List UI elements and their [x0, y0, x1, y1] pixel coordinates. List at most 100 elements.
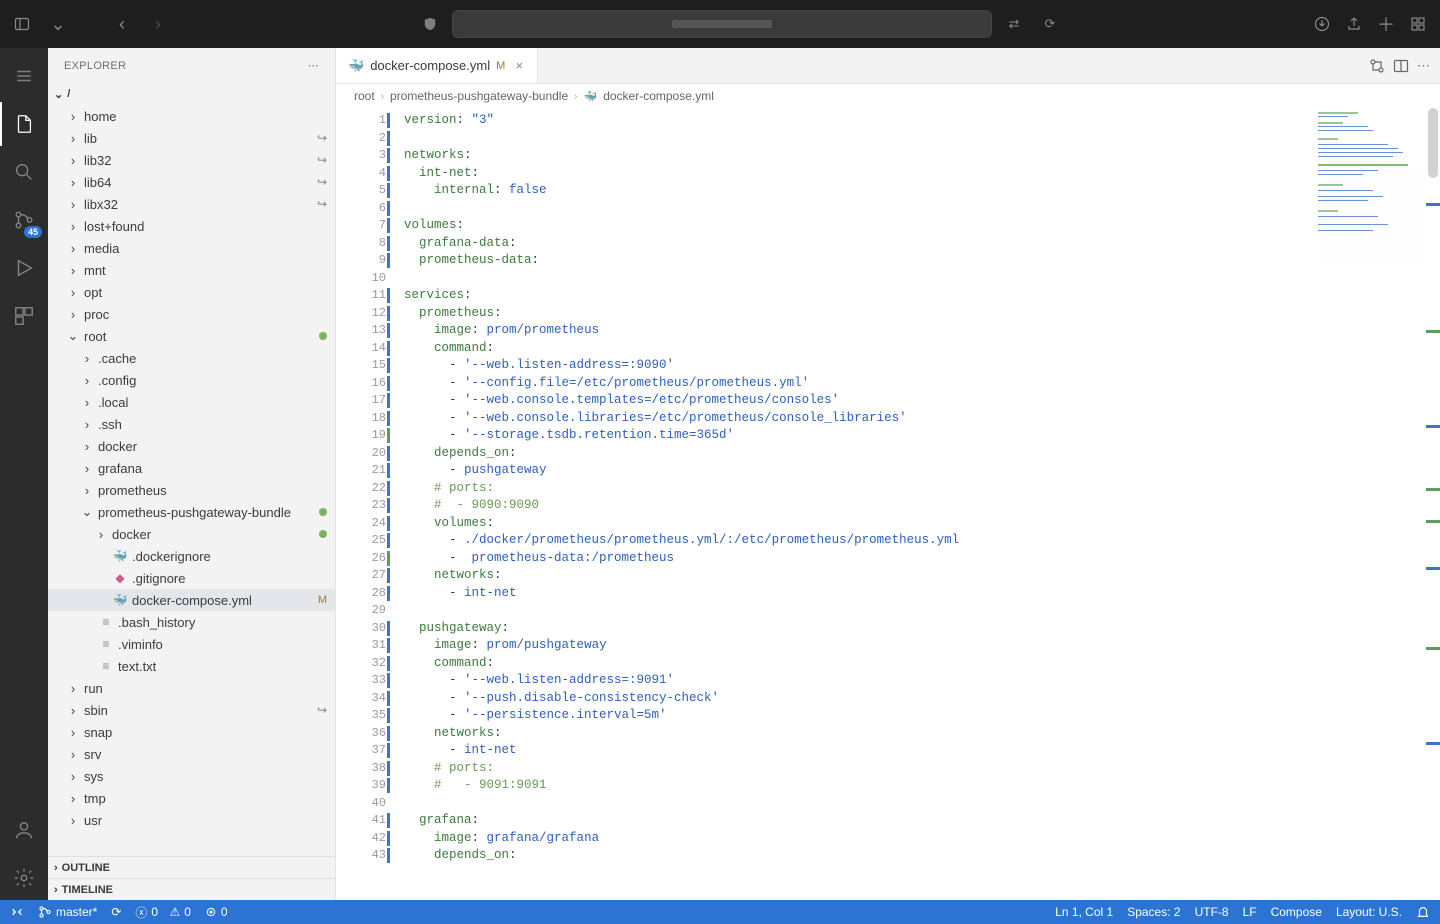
code-line[interactable]: grafana-data: [404, 235, 1440, 253]
code-line[interactable]: int-net: [404, 165, 1440, 183]
folder-item[interactable]: ›snap [48, 721, 335, 743]
code-line[interactable]: - '--storage.tsdb.retention.time=365d' [404, 427, 1440, 445]
crumb[interactable]: prometheus-pushgateway-bundle [390, 89, 568, 103]
code-line[interactable]: - int-net [404, 742, 1440, 760]
explorer-icon[interactable] [0, 102, 48, 146]
folder-item[interactable]: ›srv [48, 743, 335, 765]
scrollbar-vertical[interactable] [1426, 108, 1440, 900]
folder-item[interactable]: ›media [48, 237, 335, 259]
folder-item[interactable]: ›lost+found [48, 215, 335, 237]
scm-icon[interactable]: 45 [0, 198, 48, 242]
code-content[interactable]: version: "3"networks: int-net: internal:… [396, 108, 1440, 900]
file-item[interactable]: 🐳docker-compose.ymlM [48, 589, 335, 611]
code-line[interactable]: - pushgateway [404, 462, 1440, 480]
plus-icon[interactable]: ＋ [1372, 10, 1400, 38]
code-line[interactable] [404, 200, 1440, 218]
folder-item[interactable]: ›home [48, 105, 335, 127]
nav-back-icon[interactable]: ‹ [108, 10, 136, 38]
compare-changes-icon[interactable] [1369, 58, 1385, 74]
folder-item[interactable]: ›run [48, 677, 335, 699]
code-line[interactable]: prometheus-data: [404, 252, 1440, 270]
code-line[interactable]: image: prom/prometheus [404, 322, 1440, 340]
code-line[interactable]: command: [404, 340, 1440, 358]
code-line[interactable]: image: prom/pushgateway [404, 637, 1440, 655]
panel-left-icon[interactable] [8, 10, 36, 38]
run-debug-icon[interactable] [0, 246, 48, 290]
sync-icon[interactable]: ⟳ [111, 905, 121, 919]
code-line[interactable]: # ports: [404, 480, 1440, 498]
download-icon[interactable] [1308, 10, 1336, 38]
code-line[interactable]: - '--web.listen-address=:9090' [404, 357, 1440, 375]
git-branch[interactable]: master* [38, 905, 97, 919]
breadcrumbs[interactable]: root› prometheus-pushgateway-bundle› 🐳 d… [336, 84, 1440, 108]
status-encoding[interactable]: UTF-8 [1195, 905, 1229, 919]
code-line[interactable]: - '--web.listen-address=:9091' [404, 672, 1440, 690]
tab-docker-compose[interactable]: 🐳 docker-compose.yml M × [336, 48, 538, 83]
file-item[interactable]: 🐳.dockerignore [48, 545, 335, 567]
status-problems[interactable]: ⓧ0 ⚠0 [135, 904, 191, 921]
folder-item[interactable]: ›docker [48, 435, 335, 457]
code-line[interactable]: version: "3" [404, 112, 1440, 130]
folder-item[interactable]: ›libx32↪ [48, 193, 335, 215]
code-line[interactable]: prometheus: [404, 305, 1440, 323]
command-center-input[interactable] [452, 10, 992, 38]
folder-item[interactable]: ›sbin↪ [48, 699, 335, 721]
folder-item[interactable]: ⌄root [48, 325, 335, 347]
file-item[interactable]: ◆.gitignore [48, 567, 335, 589]
more-icon[interactable]: ⋯ [1417, 58, 1430, 74]
status-cursor[interactable]: Ln 1, Col 1 [1055, 905, 1113, 919]
folder-item[interactable]: ›docker [48, 523, 335, 545]
folder-item[interactable]: ›mnt [48, 259, 335, 281]
folder-item[interactable]: ›lib32↪ [48, 149, 335, 171]
status-layout[interactable]: Layout: U.S. [1336, 905, 1402, 919]
code-line[interactable]: - '--web.console.templates=/etc/promethe… [404, 392, 1440, 410]
account-icon[interactable] [0, 808, 48, 852]
code-line[interactable] [404, 270, 1440, 288]
folder-item[interactable]: ›lib64↪ [48, 171, 335, 193]
folder-item[interactable]: ›lib↪ [48, 127, 335, 149]
folder-item[interactable]: ›grafana [48, 457, 335, 479]
code-line[interactable]: image: grafana/grafana [404, 830, 1440, 848]
split-editor-icon[interactable] [1393, 58, 1409, 74]
close-icon[interactable]: × [511, 58, 527, 73]
folder-item[interactable]: ›.config [48, 369, 335, 391]
outline-section[interactable]: ›OUTLINE [48, 856, 335, 878]
notifications-icon[interactable] [1416, 905, 1430, 919]
folder-item[interactable]: ›.ssh [48, 413, 335, 435]
code-line[interactable]: networks: [404, 725, 1440, 743]
folder-item[interactable]: ›.cache [48, 347, 335, 369]
timeline-section[interactable]: ›TIMELINE [48, 878, 335, 900]
code-line[interactable]: networks: [404, 567, 1440, 585]
code-line[interactable]: - prometheus-data:/prometheus [404, 550, 1440, 568]
crumb[interactable]: root [354, 89, 375, 103]
code-line[interactable]: services: [404, 287, 1440, 305]
code-editor[interactable]: 1234567891011121314151617181920212223242… [336, 108, 1440, 900]
code-line[interactable]: volumes: [404, 515, 1440, 533]
chevron-down-icon[interactable]: ⌄ [44, 10, 72, 38]
code-line[interactable]: - '--persistence.interval=5m' [404, 707, 1440, 725]
folder-item[interactable]: ›opt [48, 281, 335, 303]
menu-icon[interactable] [0, 54, 48, 98]
code-line[interactable]: # - 9091:9091 [404, 777, 1440, 795]
search-activity-icon[interactable] [0, 150, 48, 194]
folder-item[interactable]: ›prometheus [48, 479, 335, 501]
refresh-icon[interactable]: ⟳ [1036, 10, 1064, 38]
share-icon[interactable] [1340, 10, 1368, 38]
folder-item[interactable]: ›sys [48, 765, 335, 787]
file-item[interactable]: ≡text.txt [48, 655, 335, 677]
extensions-icon[interactable] [0, 294, 48, 338]
layout-grid-icon[interactable] [1404, 10, 1432, 38]
code-line[interactable]: depends_on: [404, 847, 1440, 865]
file-item[interactable]: ≡.bash_history [48, 611, 335, 633]
code-line[interactable] [404, 602, 1440, 620]
folder-item[interactable]: ›.local [48, 391, 335, 413]
explorer-root-section[interactable]: ⌄ / [48, 83, 335, 105]
code-line[interactable]: - '--config.file=/etc/prometheus/prometh… [404, 375, 1440, 393]
shield-icon[interactable] [416, 10, 444, 38]
status-eol[interactable]: LF [1243, 905, 1257, 919]
code-line[interactable]: pushgateway: [404, 620, 1440, 638]
more-icon[interactable]: ⋯ [308, 59, 319, 72]
code-line[interactable]: networks: [404, 147, 1440, 165]
crumb[interactable]: docker-compose.yml [603, 89, 714, 103]
code-line[interactable]: - int-net [404, 585, 1440, 603]
